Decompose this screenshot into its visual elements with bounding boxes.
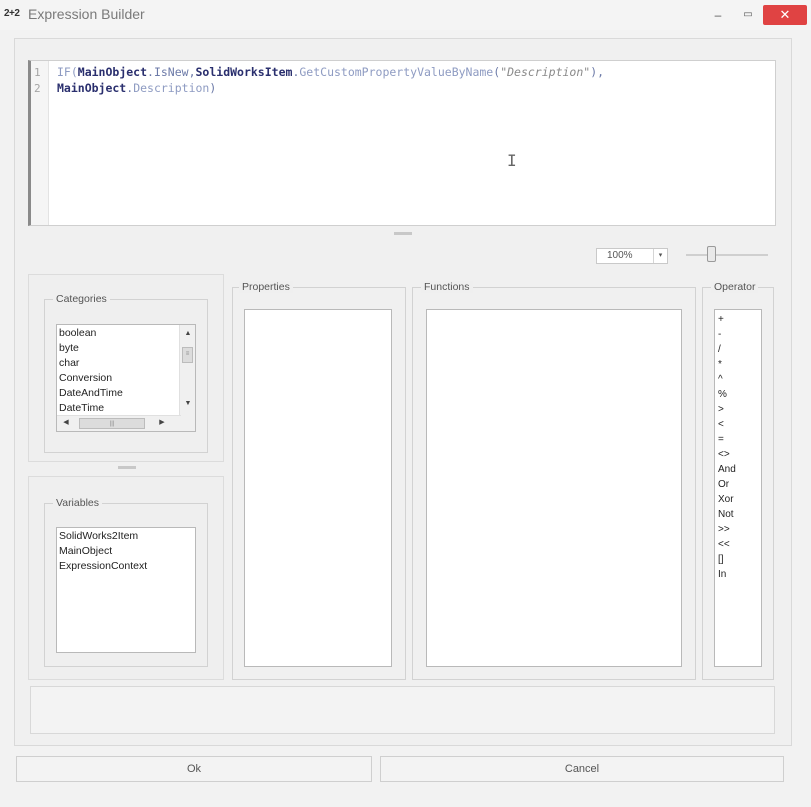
properties-list[interactable] [244,309,392,667]
code-token: GetCustomPropertyValueByName [299,65,494,79]
code-token: ) [209,81,217,95]
code-token: MainObject [77,65,148,79]
code-line-2: MainObject.Description) [57,81,216,95]
operator-item[interactable]: Xor [718,494,734,505]
app-icon: 2+2 [4,8,20,19]
operators-list[interactable]: + - / * ^% > < = <> And Or Xor Not >> << [] In [714,309,762,667]
operator-item[interactable]: ^ [718,374,723,385]
operator-item[interactable]: < [718,419,724,430]
zoom-value: 100% [607,250,633,261]
variables-list[interactable]: SolidWorks2Item MainObject ExpressionConte… [56,527,196,653]
functions-list[interactable] [426,309,682,667]
functions-label: Functions [421,281,473,293]
line-number: 1 [34,66,41,79]
minimize-button[interactable]: – [706,5,730,25]
title-bar: 2+2 Expression Builder – ▭ ✕ [0,0,811,30]
operator-item[interactable]: And [718,464,736,475]
operator-item[interactable]: >> [718,524,730,535]
zoom-slider-track[interactable] [686,254,768,256]
operator-item[interactable]: / [718,344,721,355]
category-item[interactable]: boolean [59,327,96,339]
category-item[interactable]: DateAndTime [59,387,123,399]
zoom-select[interactable]: 100% ▾ [596,248,668,264]
text-cursor-icon: I [507,151,517,170]
category-item[interactable]: char [59,357,79,369]
code-token: SolidWorksItem [195,65,293,79]
scroll-left-icon[interactable]: ◀ [59,416,73,430]
category-item[interactable]: Conversion [59,372,112,384]
categories-vertical-scrollbar[interactable]: ▲ ≡ ▼ [179,325,195,431]
scroll-up-icon[interactable]: ▲ [181,327,195,341]
line-number: 2 [34,82,41,95]
line-number-gutter: 1 2 [31,61,49,225]
editor-splitter-handle[interactable] [394,232,412,235]
operator-item[interactable]: << [718,539,730,550]
variables-label: Variables [53,497,102,509]
categories-list[interactable]: boolean byte char Conversion DateAndTime Date… [56,324,196,432]
code-token: IF( [57,65,78,79]
operator-item[interactable]: % [718,389,727,400]
code-token: ), [590,65,605,79]
cancel-button[interactable]: Cancel [380,756,784,782]
code-token: .IsNew, [147,65,196,79]
category-item[interactable]: DateTime [59,402,104,414]
maximize-button[interactable]: ▭ [736,5,760,25]
operator-item[interactable]: = [718,434,724,445]
operator-item[interactable]: In [718,569,726,580]
chevron-down-icon[interactable]: ▾ [653,249,667,263]
code-token: Description [133,81,210,95]
operator-item[interactable]: Or [718,479,729,490]
operator-item[interactable]: + [718,314,724,325]
operators-label: Operator [711,281,759,293]
scroll-down-icon[interactable]: ▼ [181,397,195,411]
categories-horizontal-scrollbar[interactable]: ◀ ||| ▶ [57,415,181,431]
left-panel-splitter-handle[interactable] [118,466,136,469]
scrollbar-thumb[interactable]: ||| [79,418,145,429]
code-line-1: IF(MainObject.IsNew,SolidWorksItem.GetCu… [57,65,604,79]
code-token: MainObject [57,81,127,95]
description-area [30,686,775,734]
operator-item[interactable]: - [718,329,721,340]
operator-item[interactable]: * [718,359,722,370]
operator-item[interactable]: Not [718,509,734,520]
close-button[interactable]: ✕ [763,5,807,25]
operator-item[interactable]: [] [718,554,724,565]
operator-item[interactable]: > [718,404,724,415]
variable-item[interactable]: MainObject [59,545,112,557]
categories-label: Categories [53,293,110,305]
scrollbar-thumb[interactable]: ≡ [182,347,193,363]
code-token: "Description" [500,65,591,79]
ok-button[interactable]: Ok [16,756,372,782]
scroll-right-icon[interactable]: ▶ [155,416,169,430]
expression-editor[interactable]: 1 2 IF(MainObject.IsNew,SolidWorksItem.G… [28,60,776,226]
window-title: Expression Builder [28,6,145,22]
variable-item[interactable]: ExpressionContext [59,560,147,572]
variable-item[interactable]: SolidWorks2Item [59,530,138,542]
category-item[interactable]: byte [59,342,79,354]
zoom-slider-thumb[interactable] [706,246,716,262]
properties-label: Properties [239,281,293,293]
operator-item[interactable]: <> [718,449,730,460]
